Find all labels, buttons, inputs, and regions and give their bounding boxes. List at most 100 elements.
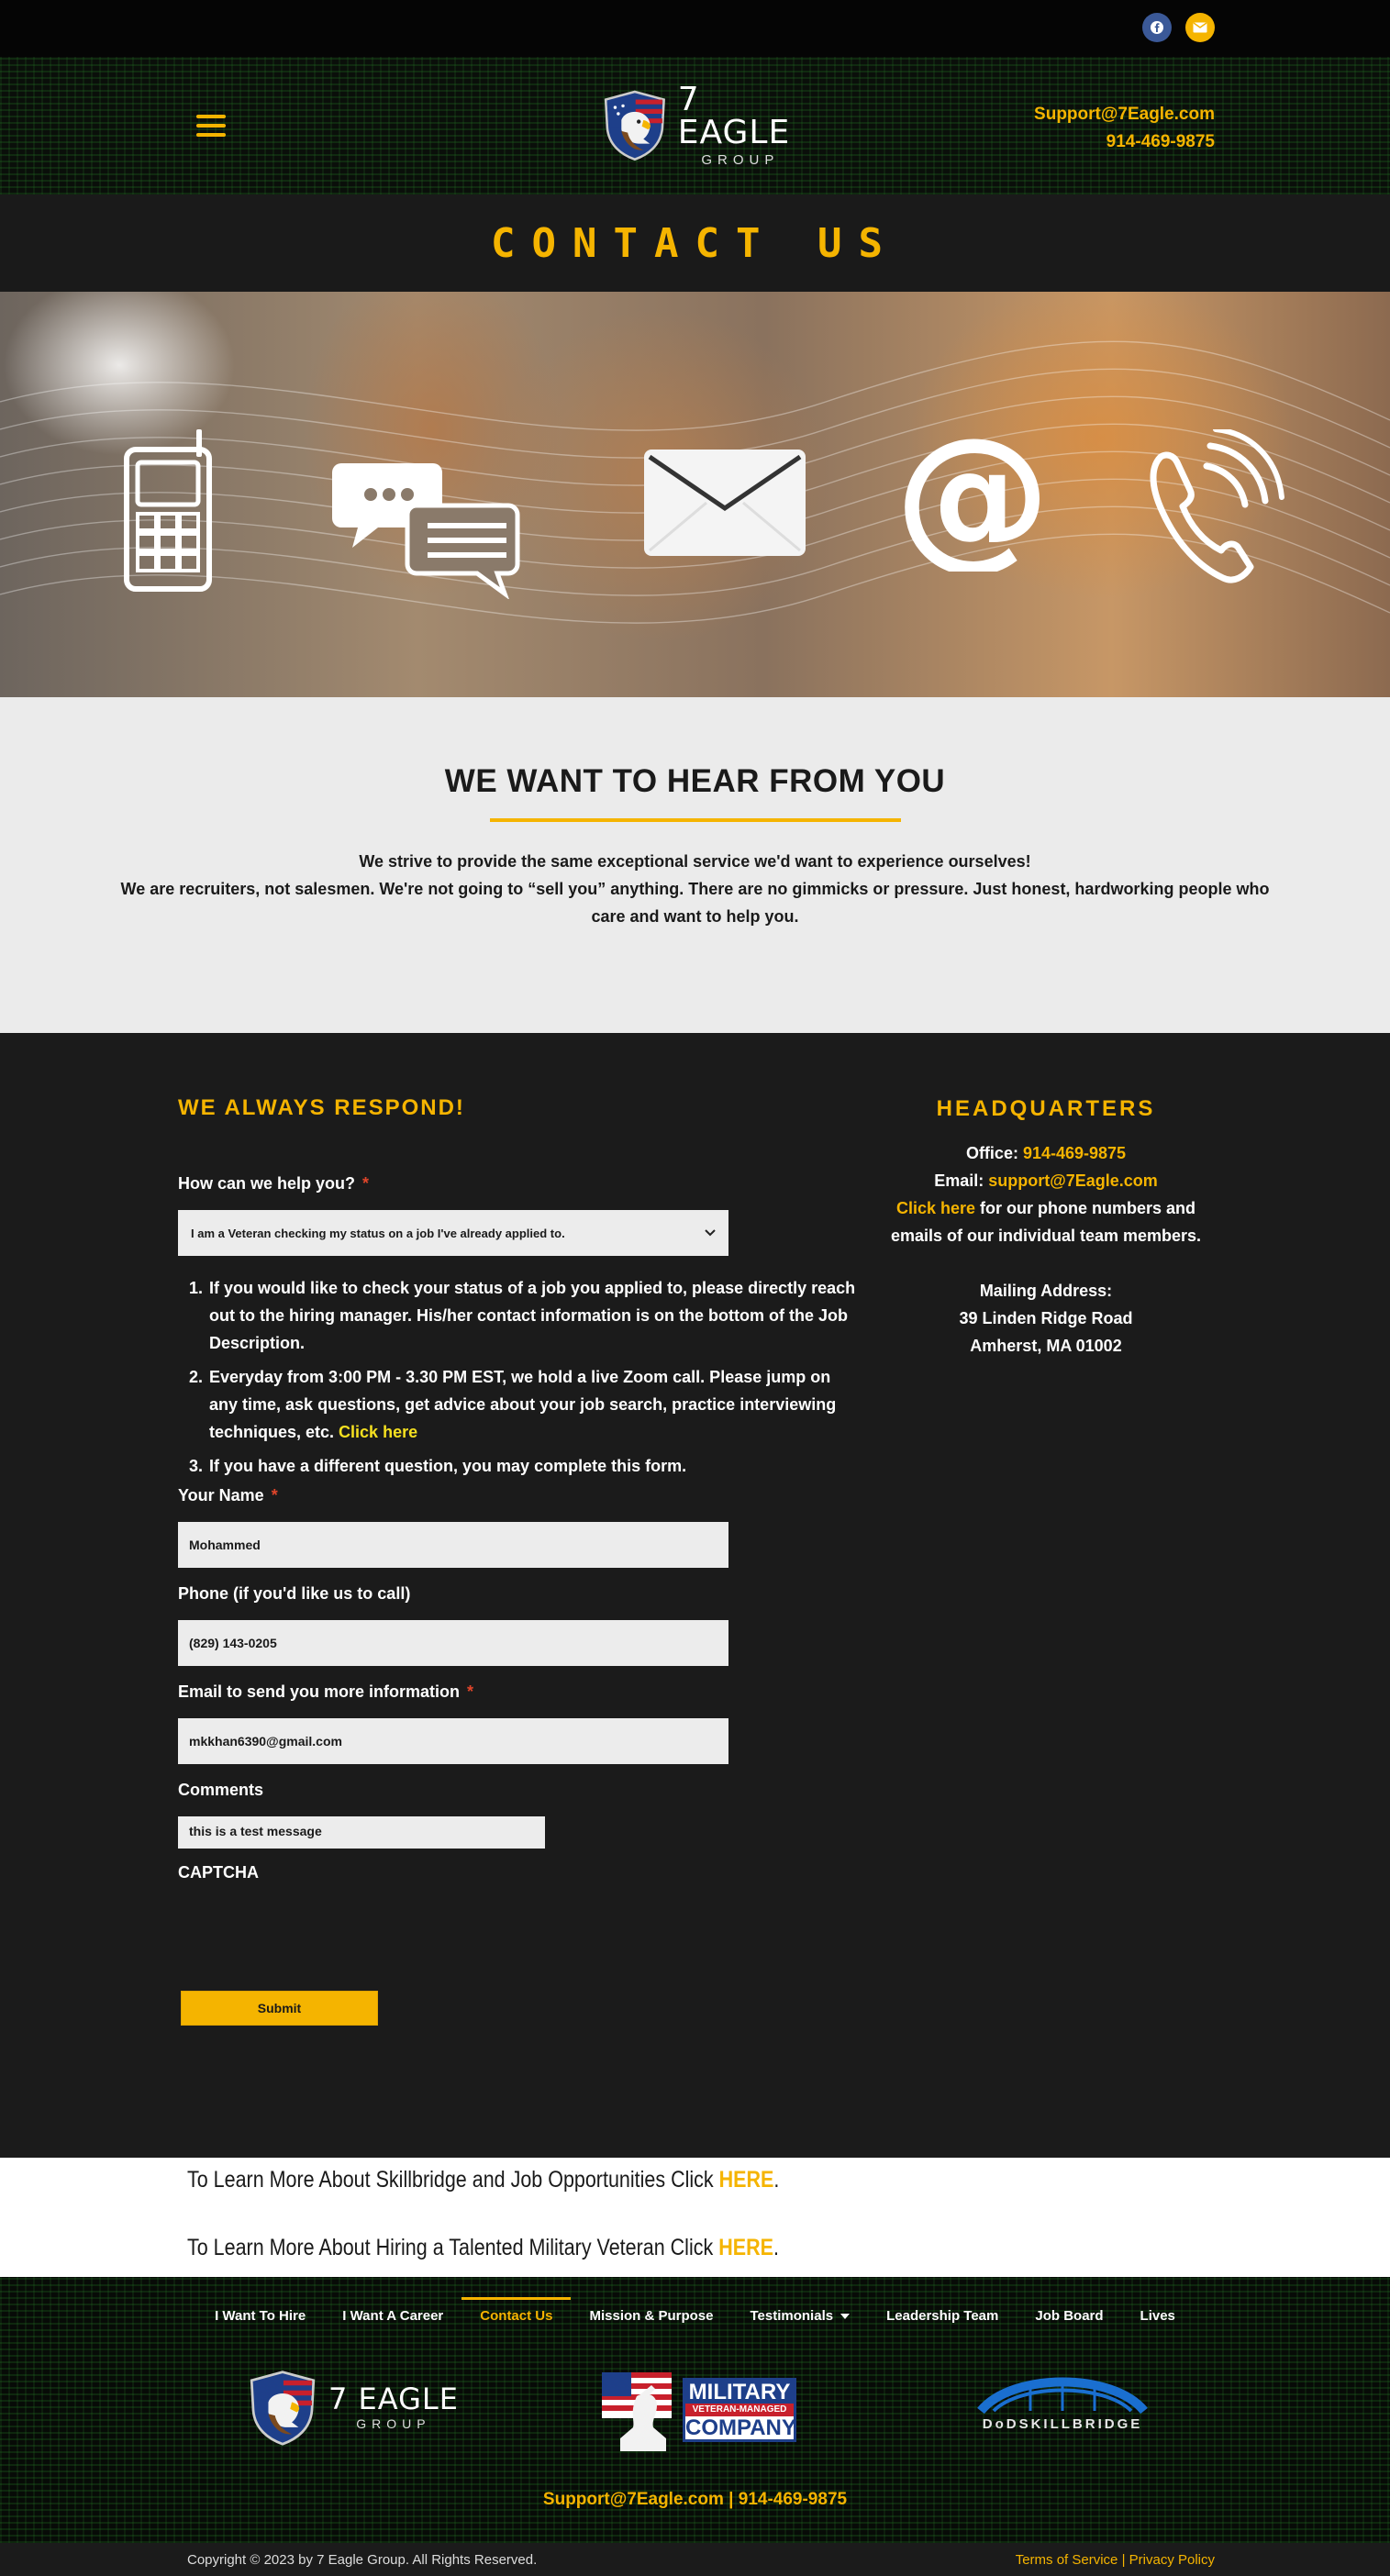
- military-line-1: MILITARY: [685, 2380, 794, 2404]
- flag-soldier-icon: [602, 2372, 672, 2451]
- footer-phone-link[interactable]: 914-469-9875: [739, 2490, 847, 2509]
- chevron-down-icon: [705, 1229, 716, 1237]
- nav-item-mission[interactable]: Mission & Purpose: [571, 2297, 731, 2335]
- nav-item-jobboard[interactable]: Job Board: [1017, 2297, 1121, 2335]
- name-label: Your Name *: [178, 1486, 857, 1505]
- step-text: If you have a different question, you ma…: [209, 1457, 687, 1475]
- required-mark: *: [362, 1174, 370, 1193]
- team-click-here-link[interactable]: Click here: [896, 1199, 975, 1217]
- period: .: [773, 2235, 779, 2260]
- learn-skillbridge-line: To Learn More About Skillbridge and Job …: [187, 2167, 779, 2193]
- nav-item-leadership[interactable]: Leadership Team: [868, 2297, 1017, 2335]
- help-select-value: I am a Veteran checking my status on a j…: [191, 1226, 565, 1240]
- page-title-band: CONTACT US: [0, 194, 1390, 292]
- page: 7 EAGLE GROUP Support@7Eagle.com 914-469…: [0, 0, 1390, 2576]
- learn-skillbridge-text: To Learn More About Skillbridge and Job …: [187, 2167, 719, 2193]
- site-footer: I Want To Hire I Want A Career Contact U…: [0, 2277, 1390, 2543]
- footer-logo-subtitle: GROUP: [356, 2416, 431, 2431]
- hero-image: @: [0, 292, 1390, 697]
- email-label: Email to send you more information *: [178, 1682, 857, 1702]
- required-mark: *: [467, 1682, 474, 1701]
- headquarters-info: HEADQUARTERS Office: 914-469-9875 Email:…: [853, 1095, 1239, 1360]
- hq-email-label: Email:: [934, 1171, 989, 1190]
- hq-email-link[interactable]: support@7Eagle.com: [988, 1171, 1158, 1190]
- help-select[interactable]: I am a Veteran checking my status on a j…: [178, 1210, 728, 1256]
- step-text: Everyday from 3:00 PM - 3.30 PM EST, we …: [209, 1368, 837, 1441]
- learn-more-section: To Learn More About Skillbridge and Job …: [0, 2158, 1390, 2277]
- team-contacts-line: Click here for our phone numbers and ema…: [853, 1194, 1239, 1249]
- form-title: WE ALWAYS RESPOND!: [178, 1095, 465, 1120]
- intro-heading: WE WANT TO HEAR FROM YOU: [444, 763, 946, 799]
- footer-nav: I Want To Hire I Want A Career Contact U…: [0, 2297, 1390, 2335]
- step-text: If you would like to check your status o…: [209, 1279, 856, 1352]
- comments-field[interactable]: this is a test message: [178, 1816, 545, 1849]
- hiring-here-link[interactable]: HERE: [718, 2235, 773, 2260]
- telephone-ringing-icon: [1150, 429, 1284, 583]
- intro-line-1: We strive to provide the same exceptiona…: [359, 852, 1031, 871]
- contact-form-section: WE ALWAYS RESPOND! How can we help you? *…: [0, 1033, 1390, 2158]
- header-contact: Support@7Eagle.com 914-469-9875: [1034, 101, 1215, 156]
- list-item: If you have a different question, you ma…: [207, 1452, 857, 1480]
- intro-section: WE WANT TO HEAR FROM YOU We strive to pr…: [0, 697, 1390, 1033]
- list-item: If you would like to check your status o…: [207, 1274, 857, 1357]
- mailing-label: Mailing Address:: [979, 1282, 1113, 1300]
- nav-item-testimonials[interactable]: Testimonials: [732, 2297, 869, 2335]
- captcha-label: CAPTCHA: [178, 1863, 259, 1882]
- nav-item-lives[interactable]: Lives: [1122, 2297, 1194, 2335]
- list-item: Everyday from 3:00 PM - 3.30 PM EST, we …: [207, 1363, 857, 1446]
- skillbridge-text: DoDSKILLBRIDGE: [982, 2416, 1143, 2432]
- at-sign-icon: @: [904, 425, 1041, 572]
- email-line: Email: support@7Eagle.com: [853, 1167, 1239, 1194]
- name-field[interactable]: Mohammed: [178, 1522, 728, 1568]
- submit-button[interactable]: Submit: [181, 1991, 378, 2026]
- copyright-bar: Copyright © 2023 by 7 Eagle Group. All R…: [0, 2543, 1390, 2576]
- terms-link[interactable]: Terms of Service: [1016, 2552, 1118, 2568]
- comments-label: Comments: [178, 1781, 264, 1799]
- military-line-2: VETERAN-MANAGED: [685, 2403, 794, 2417]
- footer-email-link[interactable]: Support@7Eagle.com: [543, 2490, 724, 2509]
- chat-bubbles-icon: [332, 463, 520, 599]
- site-header: 7 EAGLE GROUP Support@7Eagle.com 914-469…: [0, 57, 1390, 194]
- envelope-icon[interactable]: [1185, 13, 1215, 42]
- separator: |: [723, 2490, 739, 2509]
- logo-title: 7 EAGLE: [677, 80, 791, 151]
- nav-item-hire[interactable]: I Want To Hire: [196, 2297, 324, 2335]
- footer-logo-military[interactable]: MILITARY VETERAN-MANAGED COMPANY: [600, 2369, 796, 2451]
- help-label: How can we help you? *: [178, 1174, 857, 1194]
- military-line-3: COMPANY: [685, 2415, 796, 2441]
- intro-line-2: We are recruiters, not salesmen. We're n…: [120, 880, 1270, 926]
- phone-label: Phone (if you'd like us to call): [178, 1584, 411, 1603]
- svg-text:@: @: [904, 425, 1041, 572]
- learn-hiring-text: To Learn More About Hiring a Talented Mi…: [187, 2235, 719, 2260]
- headquarters-title: HEADQUARTERS: [936, 1096, 1156, 1121]
- nav-item-contact[interactable]: Contact Us: [461, 2297, 572, 2335]
- header-email-link[interactable]: Support@7Eagle.com: [1034, 101, 1215, 128]
- phone-field[interactable]: (829) 143-0205: [178, 1620, 728, 1666]
- logo[interactable]: 7 EAGLE GROUP: [601, 81, 803, 169]
- email-field[interactable]: mkkhan6390@gmail.com: [178, 1718, 728, 1764]
- address-line-1: 39 Linden Ridge Road: [959, 1309, 1133, 1327]
- footer-logo-7eagle[interactable]: 7 EAGLE GROUP: [246, 2369, 459, 2446]
- menu-icon[interactable]: [196, 115, 226, 137]
- nav-item-career[interactable]: I Want A Career: [324, 2297, 461, 2335]
- office-phone-link[interactable]: 914-469-9875: [1023, 1144, 1126, 1162]
- zoom-click-here-link[interactable]: Click here: [339, 1423, 417, 1441]
- nav-item-testimonials-label: Testimonials: [750, 2308, 834, 2324]
- privacy-link[interactable]: Privacy Policy: [1129, 2552, 1215, 2568]
- footer-contact: Support@7Eagle.com | 914-469-9875: [0, 2490, 1390, 2510]
- separator: |: [1118, 2552, 1129, 2568]
- facebook-icon[interactable]: [1142, 13, 1172, 42]
- required-mark: *: [271, 1486, 278, 1505]
- help-label-text: How can we help you?: [178, 1174, 356, 1193]
- heading-divider: [489, 818, 901, 822]
- bridge-arch-icon: [977, 2377, 1148, 2415]
- learn-hiring-line: To Learn More About Hiring a Talented Mi…: [187, 2235, 779, 2261]
- footer-logo-skillbridge[interactable]: DoDSKILLBRIDGE: [975, 2369, 1150, 2432]
- header-phone-link[interactable]: 914-469-9875: [1034, 128, 1215, 156]
- page-title: CONTACT US: [491, 219, 899, 267]
- skillbridge-here-link[interactable]: HERE: [719, 2167, 774, 2193]
- caret-down-icon: [840, 2314, 851, 2320]
- envelope-icon: [644, 450, 806, 556]
- logo-subtitle: GROUP: [701, 151, 780, 168]
- office-line: Office: 914-469-9875: [853, 1139, 1239, 1167]
